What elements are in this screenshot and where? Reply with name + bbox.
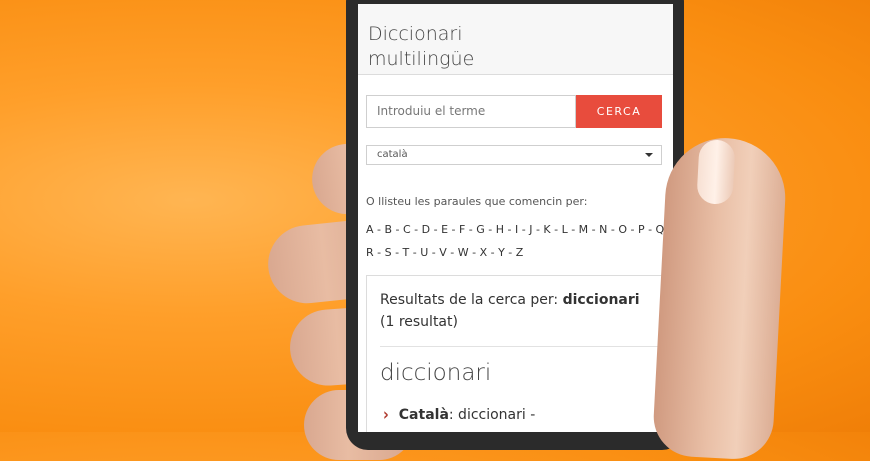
app-header: Diccionari multilingüe xyxy=(358,4,673,75)
results-query: diccionari xyxy=(562,292,640,308)
chevron-right-icon: › xyxy=(383,405,389,425)
results-prefix: Resultats de la cerca per: xyxy=(380,292,563,308)
alphabet-index[interactable]: A - B - C - D - E - F - G - H - I - J - … xyxy=(366,218,672,264)
language-select-value: català xyxy=(377,149,408,160)
phone-screen: Diccionari multilingüe Introduiu el term… xyxy=(358,4,673,432)
result-entry[interactable]: › Català: diccionari - xyxy=(383,405,536,425)
results-count: (1 resultat) xyxy=(380,314,458,330)
entry-language: Català xyxy=(398,407,449,423)
search-button[interactable]: CERCA xyxy=(576,95,662,128)
search-input[interactable]: Introduiu el terme xyxy=(366,95,576,128)
alphabet-row[interactable]: R - S - T - U - V - W - X - Y - Z xyxy=(366,241,666,264)
chevron-down-icon xyxy=(645,153,653,157)
results-panel: Resultats de la cerca per: diccionari (1… xyxy=(366,275,673,432)
results-summary: Resultats de la cerca per: diccionari (1… xyxy=(380,289,650,333)
language-select[interactable]: català xyxy=(366,145,662,165)
result-word: diccionari xyxy=(380,360,492,386)
browse-intro: O llisteu les paraules que comencin per: xyxy=(366,195,588,208)
app-title: Diccionari multilingüe xyxy=(368,23,475,70)
thumb-nail xyxy=(696,139,736,205)
alphabet-row[interactable]: A - B - C - D - E - F - G - H - I - J - … xyxy=(366,218,672,241)
entry-text: : diccionari - xyxy=(448,407,536,423)
divider xyxy=(380,346,664,347)
